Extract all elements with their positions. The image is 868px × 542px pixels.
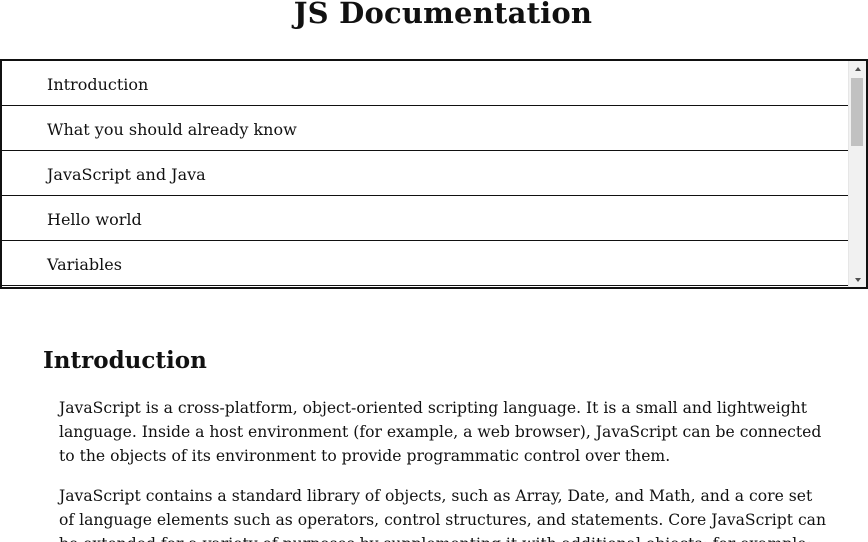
navbar[interactable]: Introduction What you should already kno… [0, 59, 868, 289]
page-title: JS Documentation [293, 0, 593, 30]
scroll-down-button[interactable] [849, 272, 866, 287]
triangle-up-icon [854, 66, 861, 71]
nav-link-introduction[interactable]: Introduction [2, 61, 849, 106]
nav-link-what-you-should-already-know[interactable]: What you should already know [2, 106, 849, 151]
nav-link-hello-world[interactable]: Hello world [2, 196, 849, 241]
scroll-up-button[interactable] [849, 61, 866, 76]
nav-link-variables[interactable]: Variables [2, 241, 849, 286]
nav-link-label: Hello world [47, 209, 142, 229]
nav-list[interactable]: Introduction What you should already kno… [2, 61, 849, 287]
section-paragraph: JavaScript contains a standard library o… [59, 486, 827, 542]
nav-link-javascript-and-java[interactable]: JavaScript and Java [2, 151, 849, 196]
triangle-down-icon [854, 277, 861, 282]
nav-link-label: Introduction [47, 74, 149, 94]
nav-link-label: JavaScript and Java [47, 164, 206, 184]
section-heading: Introduction [43, 347, 207, 375]
nav-link-label: What you should already know [47, 119, 297, 139]
scroll-thumb[interactable] [851, 78, 863, 146]
documentation-page: JS Documentation Introduction What you s… [0, 0, 868, 542]
nav-link-label: Variables [47, 254, 122, 274]
section-paragraph: JavaScript is a cross-platform, object-o… [59, 398, 822, 465]
nav-scrollbar[interactable] [848, 61, 866, 287]
